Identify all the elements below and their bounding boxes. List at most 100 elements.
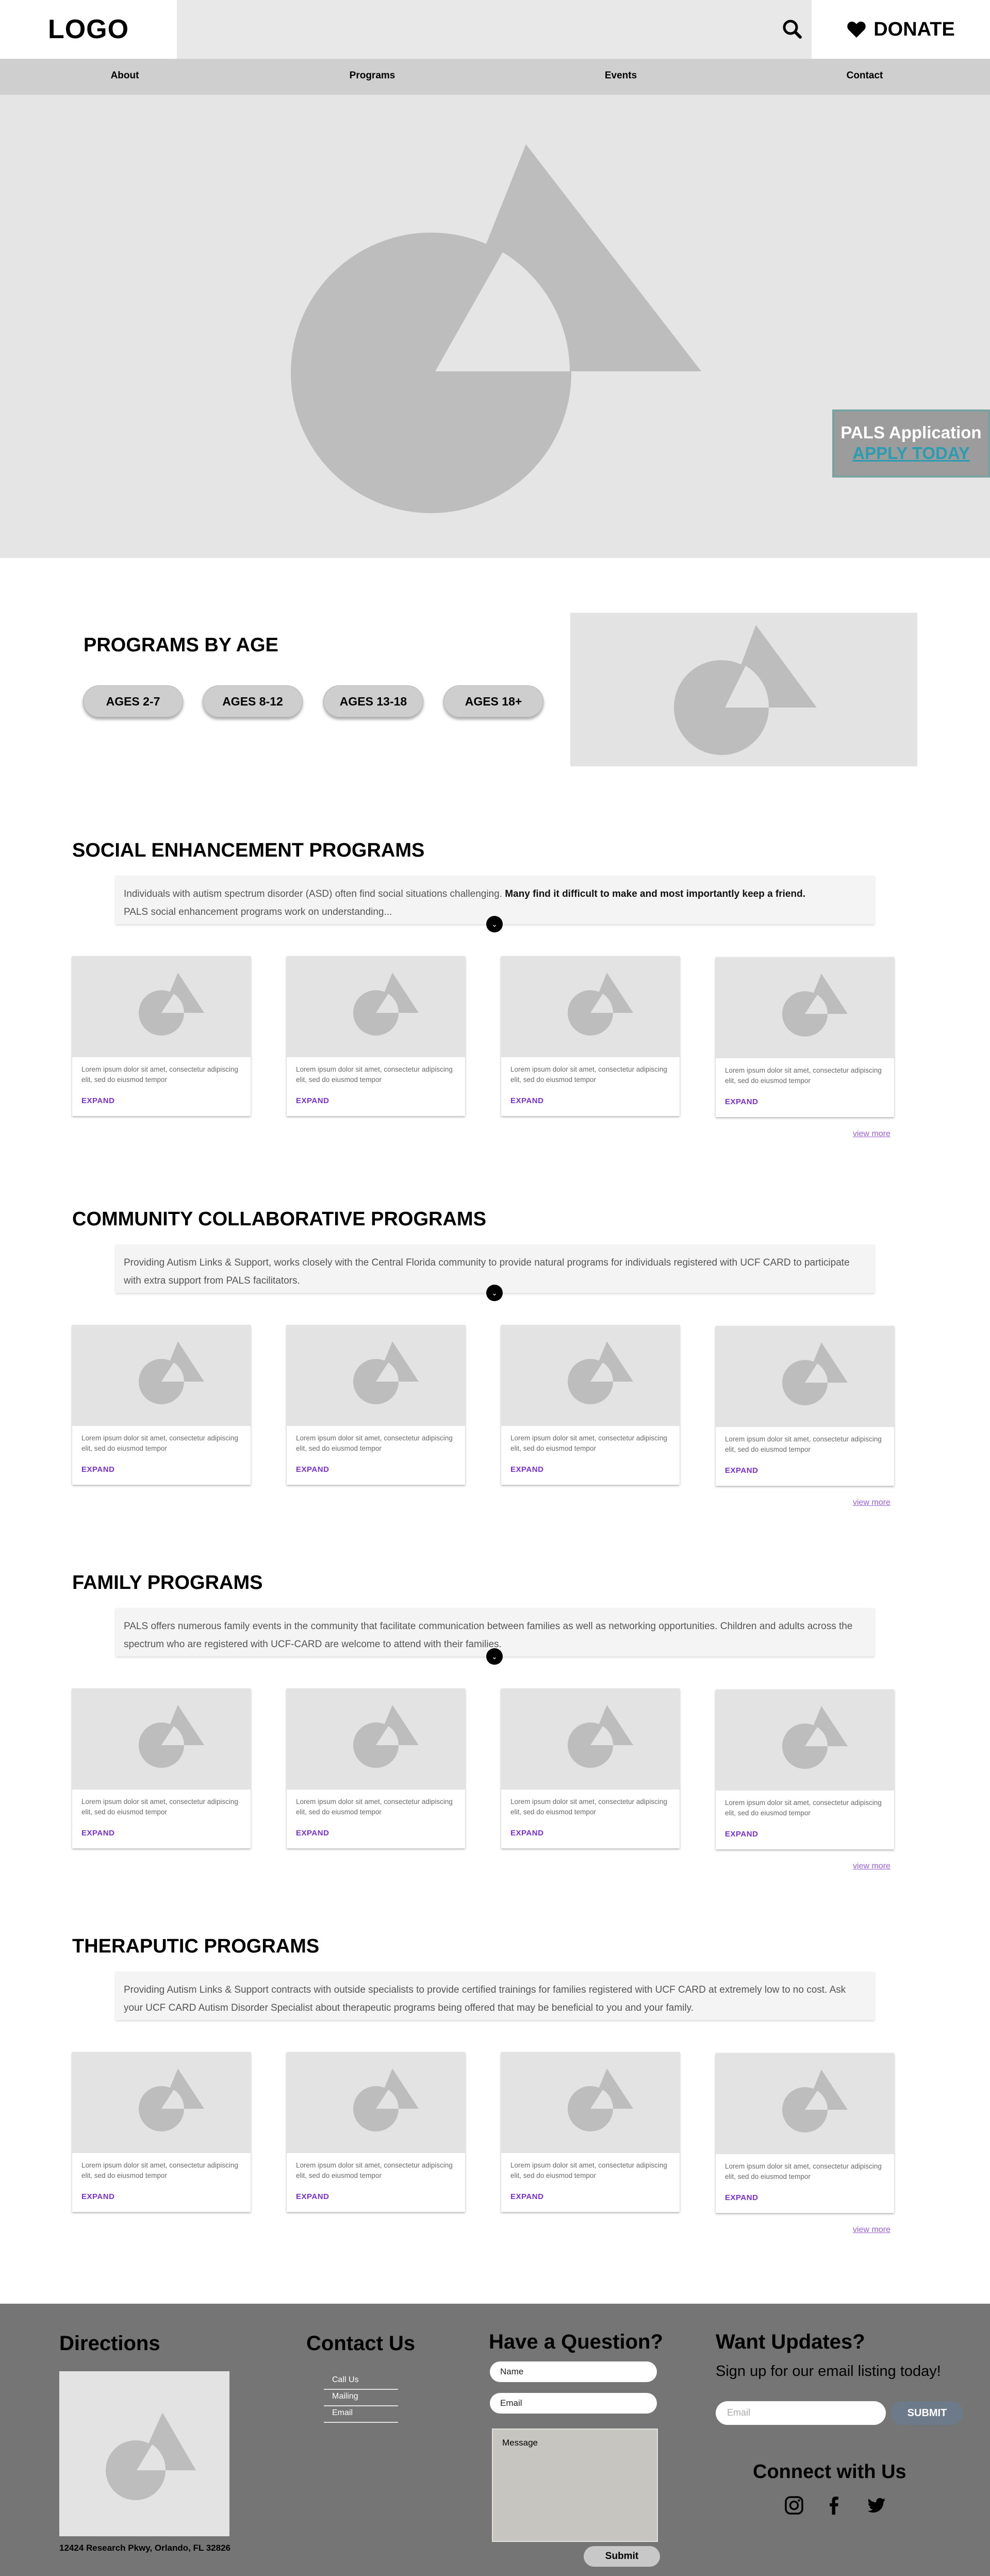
description-text: Providing Autism Links & Support contrac…: [124, 1984, 846, 2013]
card-text: Lorem ipsum dolor sit amet, consectetur …: [81, 2161, 238, 2179]
facebook-icon[interactable]: [824, 2495, 845, 2516]
program-card[interactable]: Lorem ipsum dolor sit amet, consectetur …: [287, 1688, 465, 1848]
description-bold-text: Many find it difficult to make and most …: [505, 889, 805, 899]
card-expand-button[interactable]: EXPAND: [725, 1097, 758, 1106]
card-expand-button[interactable]: EXPAND: [81, 1465, 114, 1474]
program-card[interactable]: Lorem ipsum dolor sit amet, consectetur …: [72, 1688, 251, 1848]
card-expand-button[interactable]: EXPAND: [725, 1830, 758, 1839]
pals-application-callout[interactable]: PALS Application APPLY TODAY: [832, 409, 990, 478]
card-expand-button[interactable]: EXPAND: [725, 2193, 758, 2202]
card-expand-button[interactable]: EXPAND: [81, 1829, 114, 1837]
program-card[interactable]: Lorem ipsum dolor sit amet, consectetur …: [287, 956, 465, 1116]
card-image: [501, 1688, 680, 1790]
nav-events[interactable]: Events: [605, 70, 637, 81]
card-expand-button[interactable]: EXPAND: [510, 2192, 543, 2201]
card-image: [716, 2053, 894, 2154]
program-card[interactable]: Lorem ipsum dolor sit amet, consectetur …: [287, 2052, 465, 2212]
expand-chevron-icon[interactable]: ⌄: [486, 1285, 503, 1301]
program-card[interactable]: Lorem ipsum dolor sit amet, consectetur …: [501, 1688, 680, 1848]
program-card[interactable]: Lorem ipsum dolor sit amet, consectetur …: [716, 1326, 894, 1486]
twitter-icon[interactable]: [866, 2495, 887, 2516]
search-icon[interactable]: [779, 15, 806, 43]
card-expand-button[interactable]: EXPAND: [296, 1829, 329, 1837]
program-card[interactable]: Lorem ipsum dolor sit amet, consectetur …: [287, 1325, 465, 1485]
map-image[interactable]: [59, 2371, 229, 2536]
card-image: [716, 1689, 894, 1791]
community-collaborative-title: COMMUNITY COLLABORATIVE PROGRAMS: [72, 1208, 486, 1230]
theraputic-view-more-link[interactable]: view more: [853, 2225, 890, 2235]
updates-submit-button[interactable]: SUBMIT: [891, 2401, 963, 2425]
card-text: Lorem ipsum dolor sit amet, consectetur …: [725, 1435, 882, 1453]
card-text: Lorem ipsum dolor sit amet, consectetur …: [725, 1067, 882, 1085]
question-submit-button[interactable]: Submit: [584, 2546, 660, 2567]
message-field[interactable]: Message: [492, 2429, 658, 2542]
program-card[interactable]: Lorem ipsum dolor sit amet, consectetur …: [501, 1325, 680, 1485]
nav-contact[interactable]: Contact: [847, 70, 883, 81]
card-text: Lorem ipsum dolor sit amet, consectetur …: [510, 1798, 667, 1816]
card-image: [716, 1326, 894, 1427]
nav-programs[interactable]: Programs: [350, 70, 395, 81]
age-18-plus-button[interactable]: AGES 18+: [443, 685, 543, 717]
card-image: [501, 2052, 680, 2153]
mailing-link[interactable]: Mailing: [324, 2392, 398, 2406]
card-text: Lorem ipsum dolor sit amet, consectetur …: [510, 1434, 667, 1452]
program-card[interactable]: Lorem ipsum dolor sit amet, consectetur …: [716, 1689, 894, 1849]
age-2-7-button[interactable]: AGES 2-7: [83, 685, 183, 717]
social-enhancement-view-more-link[interactable]: view more: [853, 1129, 890, 1139]
card-expand-button[interactable]: EXPAND: [296, 2192, 329, 2201]
hero-image: [0, 95, 990, 558]
program-card[interactable]: Lorem ipsum dolor sit amet, consectetur …: [501, 2052, 680, 2212]
donate-label: DONATE: [873, 18, 955, 40]
community-collaborative-view-more-link[interactable]: view more: [853, 1498, 890, 1507]
question-title: Have a Question?: [489, 2331, 663, 2353]
card-text: Lorem ipsum dolor sit amet, consectetur …: [510, 1065, 667, 1084]
card-expand-button[interactable]: EXPAND: [510, 1465, 543, 1474]
program-card[interactable]: Lorem ipsum dolor sit amet, consectetur …: [72, 1325, 251, 1485]
updates-subtitle: Sign up for our email listing today!: [716, 2363, 941, 2380]
updates-title: Want Updates?: [716, 2331, 865, 2353]
card-expand-button[interactable]: EXPAND: [81, 2192, 114, 2201]
call-us-link[interactable]: Call Us: [324, 2375, 398, 2390]
expand-chevron-icon[interactable]: ⌄: [486, 916, 503, 932]
program-card[interactable]: Lorem ipsum dolor sit amet, consectetur …: [72, 2052, 251, 2212]
family-view-more-link[interactable]: view more: [853, 1862, 890, 1871]
family-title: FAMILY PROGRAMS: [72, 1572, 263, 1594]
apply-today-link[interactable]: APPLY TODAY: [834, 444, 988, 463]
program-card[interactable]: Lorem ipsum dolor sit amet, consectetur …: [72, 956, 251, 1116]
card-expand-button[interactable]: EXPAND: [81, 1096, 114, 1105]
email-field[interactable]: Email: [490, 2393, 657, 2414]
card-image: [287, 1688, 465, 1790]
description-more-text: PALS social enhancement programs work on…: [124, 907, 392, 917]
card-text: Lorem ipsum dolor sit amet, consectetur …: [296, 2161, 453, 2179]
card-expand-button[interactable]: EXPAND: [510, 1096, 543, 1105]
card-expand-button[interactable]: EXPAND: [296, 1465, 329, 1474]
card-image: [287, 956, 465, 1057]
card-image: [501, 956, 680, 1057]
card-image: [501, 1325, 680, 1426]
theraputic-title: THERAPUTIC PROGRAMS: [72, 1935, 320, 1957]
card-expand-button[interactable]: EXPAND: [725, 1466, 758, 1475]
card-image: [72, 1688, 251, 1790]
updates-email-input[interactable]: Email: [716, 2401, 886, 2425]
email-link[interactable]: Email: [324, 2408, 398, 2423]
card-expand-button[interactable]: EXPAND: [296, 1096, 329, 1105]
card-text: Lorem ipsum dolor sit amet, consectetur …: [81, 1065, 238, 1084]
program-card[interactable]: Lorem ipsum dolor sit amet, consectetur …: [501, 956, 680, 1116]
hero-placeholder-graphic: [291, 144, 701, 513]
pals-application-title: PALS Application: [840, 423, 982, 442]
logo[interactable]: LOGO: [0, 0, 177, 59]
program-card[interactable]: Lorem ipsum dolor sit amet, consectetur …: [716, 957, 894, 1117]
description-text: PALS offers numerous family events in th…: [124, 1621, 853, 1650]
nav-about[interactable]: About: [111, 70, 139, 81]
expand-chevron-icon[interactable]: ⌄: [486, 1648, 503, 1665]
donate-button[interactable]: DONATE: [812, 0, 990, 59]
instagram-icon[interactable]: [784, 2495, 804, 2516]
age-8-12-button[interactable]: AGES 8-12: [203, 685, 303, 717]
program-card[interactable]: Lorem ipsum dolor sit amet, consectetur …: [716, 2053, 894, 2213]
age-13-18-button[interactable]: AGES 13-18: [323, 685, 423, 717]
heart-icon: [847, 21, 866, 38]
contact-title: Contact Us: [306, 2332, 416, 2355]
card-expand-button[interactable]: EXPAND: [510, 1829, 543, 1837]
card-text: Lorem ipsum dolor sit amet, consectetur …: [725, 1799, 882, 1817]
name-field[interactable]: Name: [490, 2361, 657, 2382]
